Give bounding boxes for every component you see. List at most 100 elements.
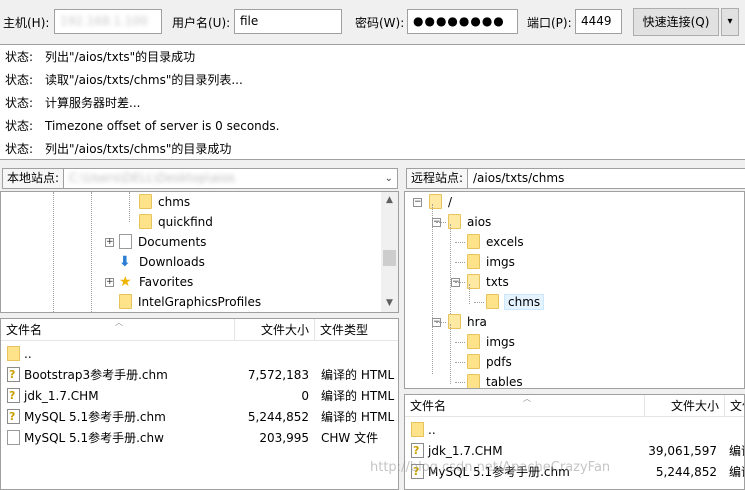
username-input[interactable]: file xyxy=(234,9,342,34)
log-entry: 状态: Timezone offset of server is 0 second… xyxy=(5,115,279,137)
tree-item-label: Downloads xyxy=(139,255,205,269)
file-type: 编译的 HTML xyxy=(321,410,395,424)
message-log: 状态: 列出"/aios/txts"的目录成功状态: 读取"/aios/txts/c… xyxy=(0,44,745,160)
file-name-cell: jdk_1.7.CHM xyxy=(7,385,99,407)
log-entry: 状态: 读取"/aios/txts/chms"的目录列表... xyxy=(5,69,243,91)
scroll-up-icon[interactable]: ▲ xyxy=(381,192,398,209)
remote-tree-item[interactable]: txts xyxy=(467,272,509,292)
port-label: 端口(P): xyxy=(527,16,572,30)
file-row[interactable]: Bootstrap3参考手册.chm 7,572,183 编译的 HTML xyxy=(1,364,398,386)
folder-icon xyxy=(467,254,480,269)
column-filesize[interactable]: 文件大小 xyxy=(645,395,725,417)
folder-icon xyxy=(467,234,480,249)
remote-site-path[interactable]: /aios/txts/chms xyxy=(467,168,745,189)
file-size: 7,572,183 xyxy=(247,368,309,382)
file-name-cell: MySQL 5.1参考手册.chw xyxy=(7,428,164,449)
expand-toggle[interactable]: + xyxy=(105,238,114,247)
local-tree-item[interactable]: Documents xyxy=(119,232,206,252)
log-text: Timezone offset of server is 0 seconds. xyxy=(45,119,280,133)
password-input[interactable]: ●●●●●●●● xyxy=(407,9,518,34)
file-size: 0 xyxy=(301,389,309,403)
file-row[interactable]: .. xyxy=(1,344,398,365)
remote-directory-tree: − / − aios excels imgs − txts chms − hra imgs pdfs ta… xyxy=(404,191,745,389)
sort-up-icon: ︿ xyxy=(115,318,123,327)
log-status: 状态: xyxy=(5,96,34,110)
host-label: 主机(H): xyxy=(3,16,50,30)
chm-file-icon xyxy=(7,385,20,406)
tree-connector xyxy=(474,302,484,303)
tree-connector xyxy=(455,282,465,283)
local-directory-tree: ▲ ▼ chms quickfind + Documents ⬇ Downloads + ★ F… xyxy=(0,191,399,313)
tree-item-label: txts xyxy=(486,275,509,289)
tree-item-label: imgs xyxy=(486,335,515,349)
quickconnect-button[interactable]: 快速连接(Q) xyxy=(633,8,719,36)
file-name: Bootstrap3参考手册.chm xyxy=(24,368,168,382)
column-filesize[interactable]: 文件大小 xyxy=(235,319,315,341)
expand-toggle[interactable]: + xyxy=(105,278,114,287)
remote-tree-item[interactable]: aios xyxy=(448,212,491,232)
tree-item-label: Favorites xyxy=(139,275,194,289)
parent-folder-icon xyxy=(7,346,20,361)
scroll-thumb[interactable] xyxy=(383,250,396,266)
username-label: 用户名(U): xyxy=(172,16,231,30)
sort-up-icon: ︿ xyxy=(523,394,531,403)
log-status: 状态: xyxy=(5,142,34,156)
port-input[interactable]: 4449 xyxy=(575,9,622,34)
local-tree-item[interactable]: IntelGraphicsProfiles xyxy=(119,292,261,312)
column-filetype[interactable]: 文件 xyxy=(725,395,744,417)
remote-tree-item[interactable]: imgs xyxy=(467,252,515,272)
quickconnect-dropdown[interactable]: ▾ xyxy=(721,8,739,36)
local-tree-item[interactable]: ⬇ Downloads xyxy=(119,252,205,272)
file-row[interactable]: jdk_1.7.CHM 39,061,597 编译 xyxy=(405,440,744,462)
local-tree-item[interactable]: ★ Favorites xyxy=(119,272,193,292)
tree-connector xyxy=(469,284,470,304)
remote-site-bar: 远程站点: /aios/txts/chms xyxy=(404,166,745,191)
tree-item-label: excels xyxy=(486,235,524,249)
file-row[interactable]: MySQL 5.1参考手册.chm 5,244,852 编译的 HTML xyxy=(1,406,398,428)
log-status: 状态: xyxy=(5,73,34,87)
folder-icon xyxy=(467,334,480,349)
file-type: 编译的 HTML xyxy=(321,389,395,403)
file-row[interactable]: .. xyxy=(405,420,744,441)
remote-site-label: 远程站点: xyxy=(406,168,469,189)
local-tree-item[interactable]: chms xyxy=(139,192,190,212)
download-arrow-icon: ⬇ xyxy=(119,254,131,270)
tree-connector xyxy=(455,362,465,363)
log-text: 列出"/aios/txts/chms"的目录成功 xyxy=(45,142,232,156)
star-icon: ★ xyxy=(119,274,132,290)
column-filetype[interactable]: 文件类型 xyxy=(315,319,398,341)
collapse-toggle[interactable]: − xyxy=(413,198,422,207)
log-status: 状态: xyxy=(5,50,34,64)
file-type: CHW 文件 xyxy=(321,431,379,445)
tree-connector xyxy=(450,224,451,314)
remote-tree-item[interactable]: hra xyxy=(448,312,487,332)
chevron-down-icon[interactable]: ⌄ xyxy=(385,169,393,188)
file-name: MySQL 5.1参考手册.chw xyxy=(24,431,164,445)
local-site-path[interactable]: C:\Users\DELL\Desktop\aios ⌄ xyxy=(63,168,398,189)
local-tree-scrollbar[interactable]: ▲ ▼ xyxy=(381,192,398,312)
file-type: 编译 xyxy=(729,444,744,458)
tree-connector xyxy=(436,322,446,323)
log-text: 列出"/aios/txts"的目录成功 xyxy=(45,50,196,64)
remote-tree-item[interactable]: pdfs xyxy=(467,352,512,372)
scroll-down-icon[interactable]: ▼ xyxy=(381,295,398,312)
file-name-cell: jdk_1.7.CHM xyxy=(411,440,503,462)
remote-tree-item[interactable]: tables xyxy=(467,372,523,388)
file-type: 编译 xyxy=(729,465,744,479)
remote-tree-item[interactable]: chms xyxy=(486,292,545,312)
parent-folder-icon xyxy=(411,422,424,437)
host-input[interactable]: 192.168.1.100 xyxy=(54,9,162,34)
chm-file-icon xyxy=(7,364,20,385)
log-entry: 状态: 列出"/aios/txts"的目录成功 xyxy=(5,46,195,68)
local-file-list-header: 文件名 ︿ 文件大小 文件类型 xyxy=(1,319,398,341)
file-row[interactable]: jdk_1.7.CHM 0 编译的 HTML xyxy=(1,385,398,407)
tree-connector xyxy=(432,204,433,374)
log-entry: 状态: 计算服务器时差... xyxy=(5,92,140,114)
remote-tree-item[interactable]: imgs xyxy=(467,332,515,352)
file-name: .. xyxy=(24,347,32,361)
file-row[interactable]: MySQL 5.1参考手册.chw 203,995 CHW 文件 xyxy=(1,428,398,449)
tree-connector xyxy=(450,324,451,384)
local-tree-item[interactable]: quickfind xyxy=(139,212,213,232)
remote-tree-item[interactable]: excels xyxy=(467,232,524,252)
file-name: jdk_1.7.CHM xyxy=(24,389,99,403)
